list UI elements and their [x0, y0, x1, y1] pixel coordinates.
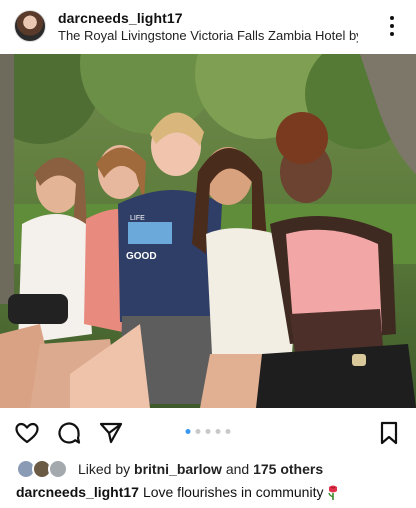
bookmark-icon[interactable] [376, 420, 402, 446]
post-caption: darcneeds_light17 Love flourishes in comm… [16, 484, 340, 500]
caption-text: Love flourishes in community [142, 484, 324, 500]
caption-username[interactable]: darcneeds_light17 [16, 484, 139, 500]
likes-row: Liked by britni_barlow and 175 others [16, 458, 323, 480]
carousel-dot[interactable] [195, 429, 201, 434]
user-avatar[interactable] [14, 10, 46, 42]
comment-icon[interactable] [56, 420, 82, 446]
carousel-dot[interactable] [185, 429, 191, 434]
rose-icon [328, 485, 338, 500]
shirt-text-life: LIFE [130, 215, 145, 222]
liked-by-and: and [221, 461, 254, 477]
carousel-dot[interactable] [205, 429, 211, 434]
shirt-text-good: GOOD [126, 251, 157, 262]
post-header: darcneeds_light17 The Royal Livingstone … [0, 0, 416, 54]
post-photo[interactable]: GOOD LIFE [0, 54, 416, 408]
carousel-dot[interactable] [225, 429, 231, 434]
carousel-indicator [185, 429, 231, 434]
liked-by-prefix: Liked by [78, 461, 135, 477]
liked-by-text: Liked by britni_barlow and 175 others [78, 461, 323, 477]
post-username[interactable]: darcneeds_light17 [58, 10, 183, 26]
liked-by-user[interactable]: britni_barlow [134, 461, 222, 477]
post-actions [0, 410, 416, 452]
group-photo-illustration: GOOD LIFE [0, 54, 416, 408]
heart-icon[interactable] [14, 420, 40, 446]
liker-avatar [48, 459, 68, 479]
carousel-dot[interactable] [215, 429, 221, 434]
post-location[interactable]: The Royal Livingstone Victoria Falls Zam… [58, 28, 358, 43]
likes-count[interactable]: 175 others [253, 461, 323, 477]
share-icon[interactable] [98, 420, 124, 446]
liker-avatars[interactable] [16, 459, 72, 479]
more-options-icon[interactable] [382, 14, 402, 38]
